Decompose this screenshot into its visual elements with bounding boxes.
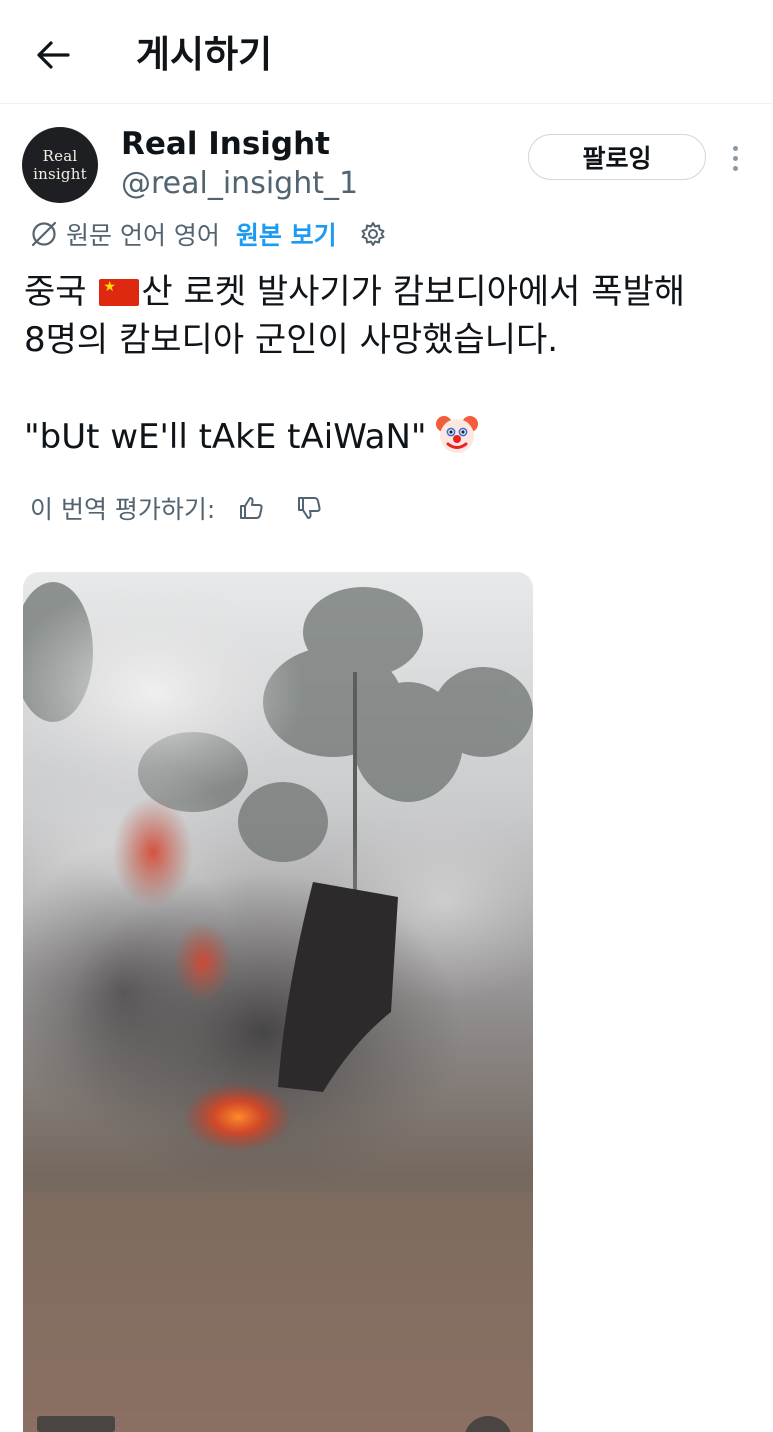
clown-face-icon <box>435 412 479 469</box>
rate-translation-label: 이 번역 평가하기: <box>30 495 216 524</box>
avatar-text-line-1: Real <box>42 147 78 165</box>
original-language-label: 원문 언어 영어 <box>66 221 220 250</box>
china-flag-icon <box>99 279 140 306</box>
top-bar: 게시하기 <box>0 0 773 104</box>
avatar[interactable]: Real insight <box>22 127 98 203</box>
tweet-line-2: 8명의 캄보디아 군인이 사망했습니다. <box>24 320 559 360</box>
back-button[interactable] <box>30 32 76 78</box>
more-options-button[interactable] <box>722 140 748 176</box>
arrow-left-icon <box>37 41 70 69</box>
rate-translation: 이 번역 평가하기: <box>30 488 323 528</box>
author-handle[interactable]: @real_insight_1 <box>121 164 358 204</box>
tweet-text: 중국 산 로켓 발사기가 캄보디아에서 폭발해 8명의 캄보디아 군인이 사망했… <box>24 268 754 469</box>
media-video-thumbnail[interactable] <box>23 572 533 1432</box>
translation-info: 원문 언어 영어 원본 보기 <box>30 214 387 254</box>
smoke-explosion-image <box>23 582 533 1432</box>
tweet-line-1: 중국 산 로켓 발사기가 캄보디아에서 폭발해 <box>24 268 754 316</box>
avatar-text-line-2: insight <box>33 165 87 183</box>
show-original-link[interactable]: 원본 보기 <box>236 216 337 252</box>
vertical-dots-icon <box>732 145 738 151</box>
tweet-quote-line: "bUt wE'll tAkE tAiWaN" <box>24 412 754 469</box>
page-title: 게시하기 <box>136 33 273 76</box>
thumbs-down-icon[interactable] <box>295 494 323 522</box>
thumbs-up-icon[interactable] <box>237 494 265 522</box>
gear-icon[interactable] <box>359 220 387 248</box>
following-button[interactable]: 팔로잉 <box>528 134 706 180</box>
author-name[interactable]: Real Insight <box>121 124 330 164</box>
post-screen: 게시하기 Real insight Real Insight @real_ins… <box>0 0 773 1432</box>
globe-slash-icon <box>30 220 58 248</box>
